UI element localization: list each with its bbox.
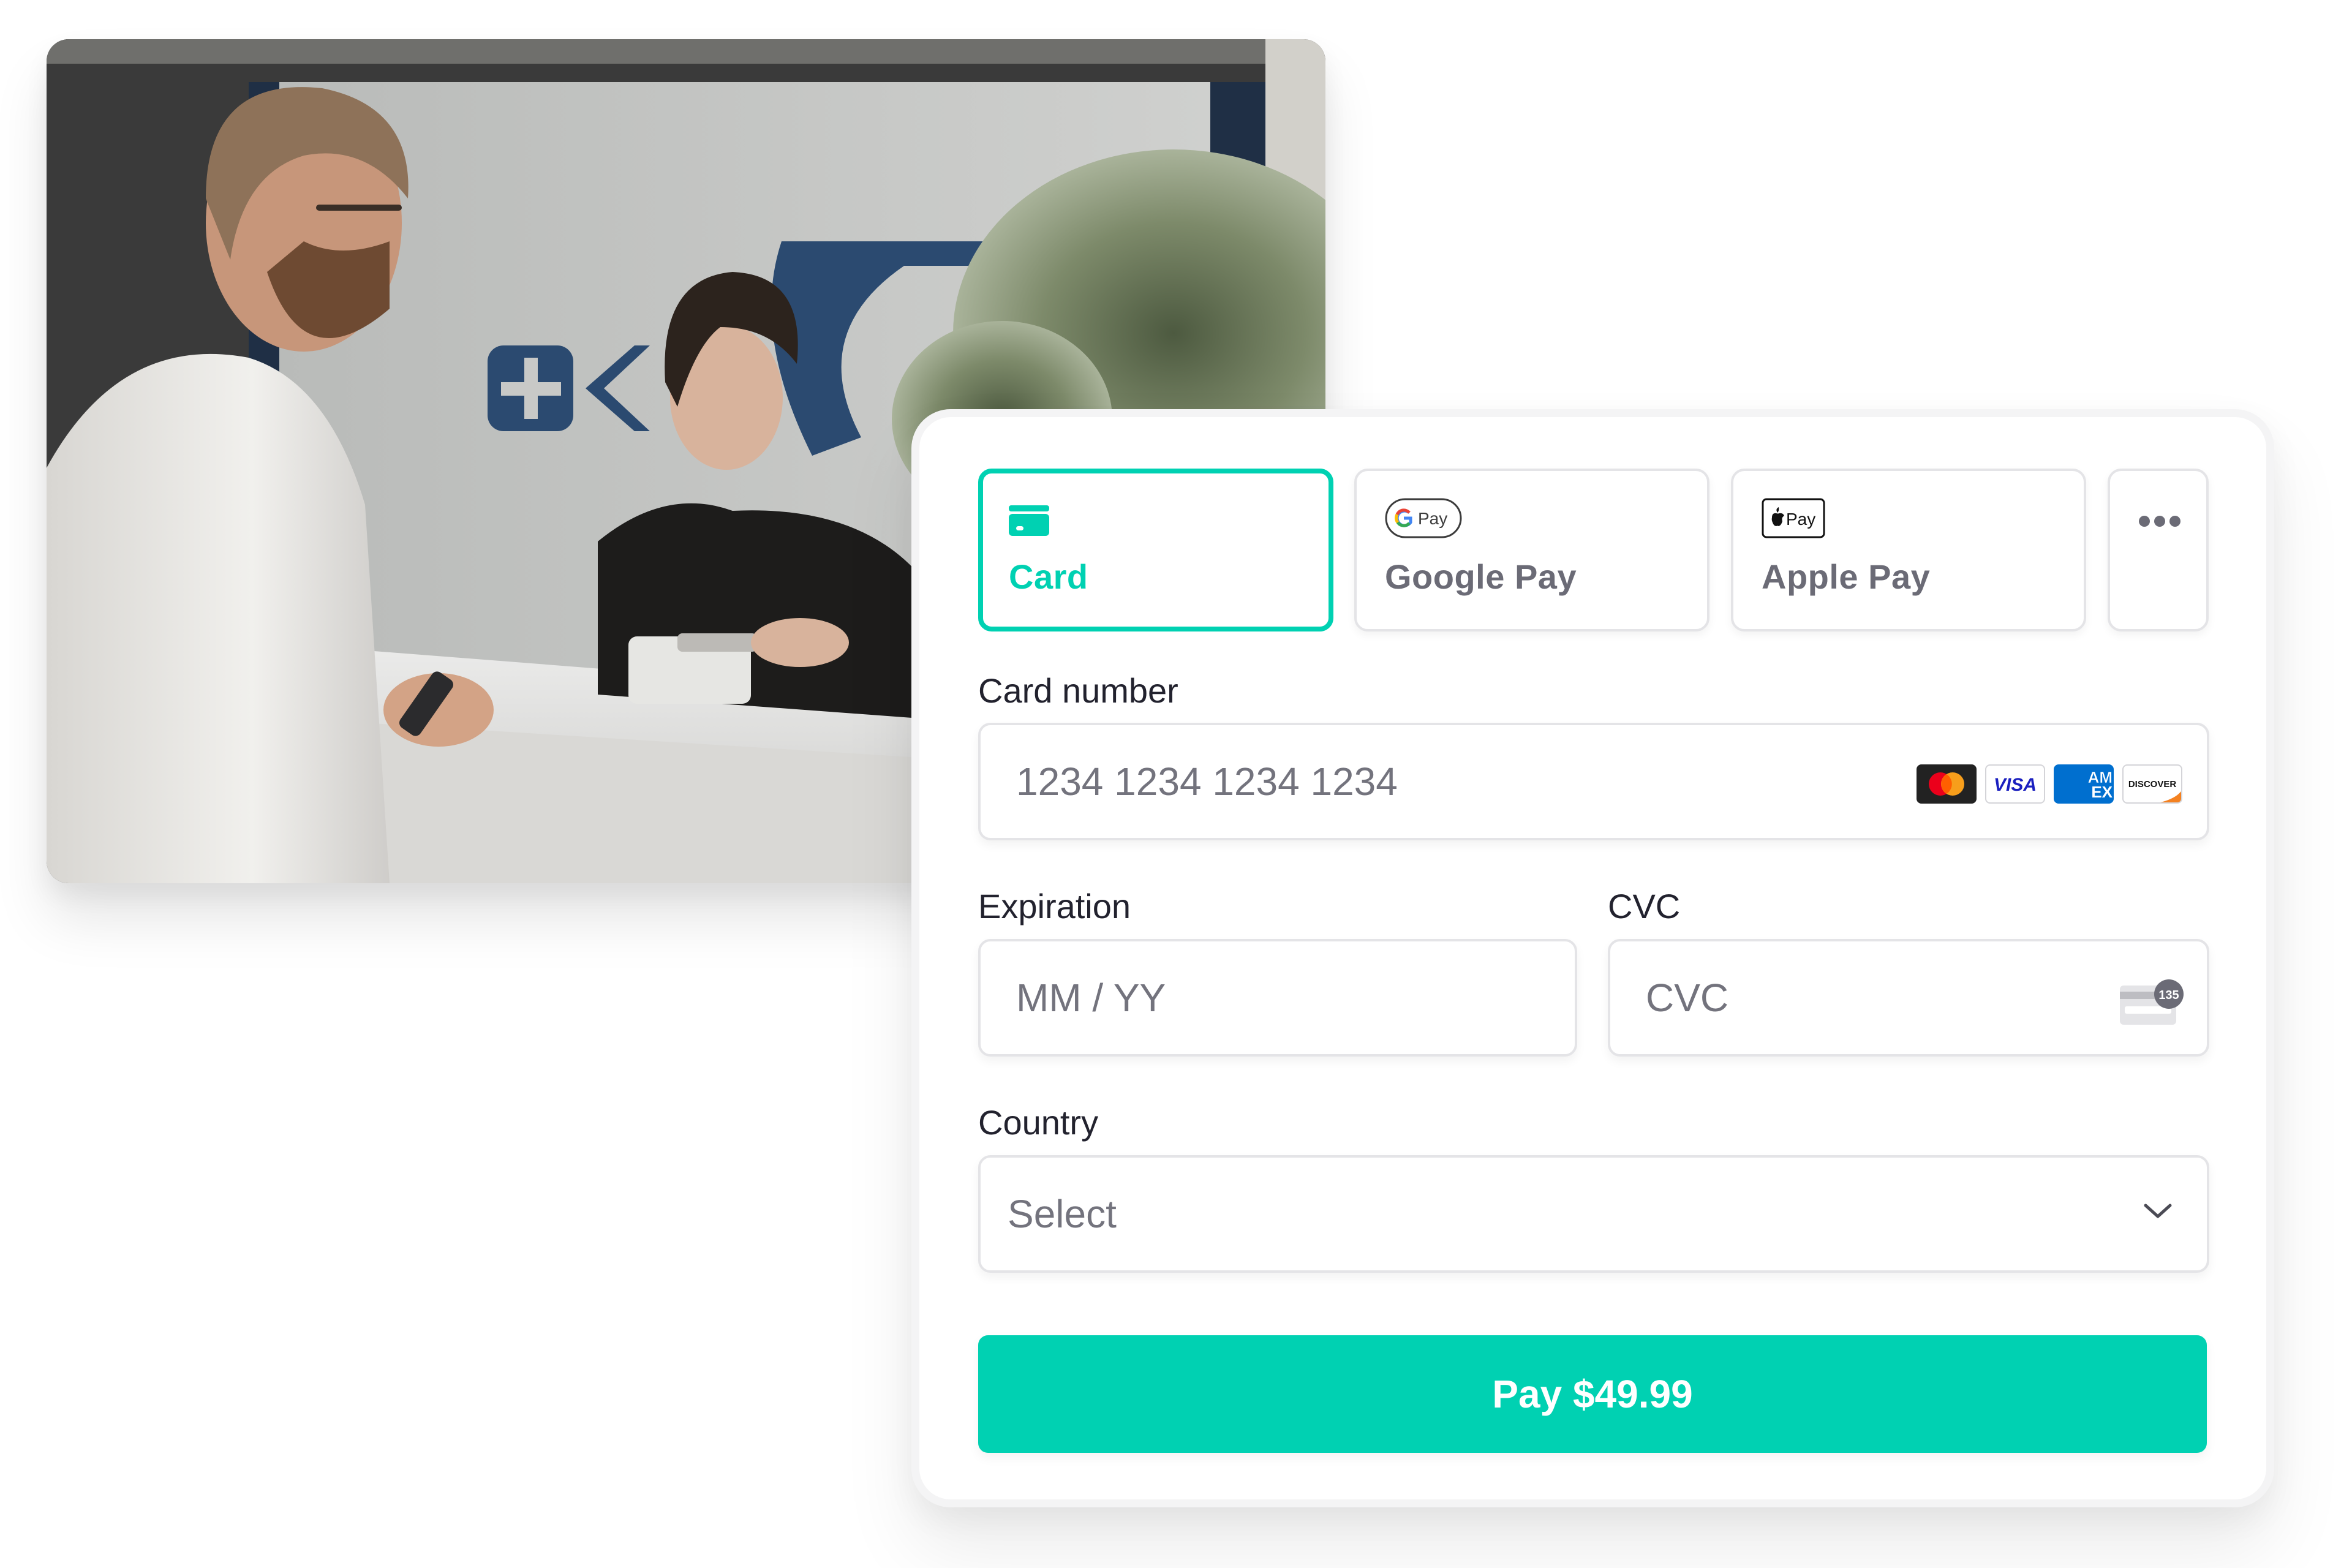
cvc-input[interactable]: CVC 135	[1608, 939, 2209, 1057]
tab-card-label: Card	[1009, 557, 1088, 596]
credit-card-icon	[1009, 505, 1049, 539]
visa-logo: VISA	[1985, 764, 2045, 804]
cvc-label: CVC	[1608, 887, 1681, 925]
amex-logo: AM EX	[2054, 764, 2114, 804]
card-number-placeholder: 1234 1234 1234 1234	[1016, 760, 1398, 804]
discover-logo: DISCOVER	[2122, 764, 2182, 804]
svg-text:VISA: VISA	[1994, 775, 2037, 795]
tab-apple-pay[interactable]: Pay Apple Pay	[1731, 469, 2086, 631]
card-number-label: Card number	[978, 671, 1178, 710]
cvc-card-icon: 135	[2116, 977, 2184, 1029]
tab-google-pay[interactable]: Pay Google Pay	[1354, 469, 1709, 631]
chevron-down-icon	[2143, 1202, 2173, 1223]
expiration-input[interactable]: MM / YY	[978, 939, 1577, 1057]
apple-pay-logo: Pay	[1762, 498, 1825, 541]
photo-customer-glasses	[316, 205, 402, 211]
photo-terminal-top	[677, 633, 757, 652]
expiration-placeholder: MM / YY	[1016, 976, 1166, 1020]
country-label: Country	[978, 1103, 1099, 1142]
mastercard-logo	[1917, 764, 1977, 804]
photo-ceiling-light	[47, 39, 1325, 64]
country-select[interactable]: Select	[978, 1155, 2209, 1273]
svg-text:DISCOVER: DISCOVER	[2128, 779, 2177, 790]
expiration-label: Expiration	[978, 887, 1131, 925]
apple-pay-logo-text: Pay	[1786, 510, 1815, 529]
svg-text:EX: EX	[2091, 783, 2113, 801]
tab-more-methods[interactable]	[2108, 469, 2209, 631]
cvc-badge-text: 135	[2158, 989, 2179, 1002]
cvc-placeholder: CVC	[1646, 976, 1729, 1020]
tab-card[interactable]: Card	[978, 469, 1333, 631]
google-pay-logo-text: Pay	[1418, 509, 1447, 528]
tab-apple-pay-label: Apple Pay	[1762, 557, 1931, 596]
card-number-input[interactable]: 1234 1234 1234 1234 VISA AM EX DISCOVER	[978, 723, 2209, 840]
photo-staff-hand	[751, 618, 849, 667]
country-selected-value: Select	[1008, 1192, 1117, 1236]
google-pay-logo: Pay	[1385, 498, 1462, 541]
photo-logo-cross-h	[501, 382, 561, 396]
more-horizontal-icon	[2138, 515, 2181, 530]
pay-button[interactable]: Pay $49.99	[978, 1335, 2207, 1453]
payment-panel: Card Pay Google Pay Pay Apple Pay Card n…	[911, 409, 2274, 1507]
tab-google-pay-label: Google Pay	[1385, 557, 1577, 596]
